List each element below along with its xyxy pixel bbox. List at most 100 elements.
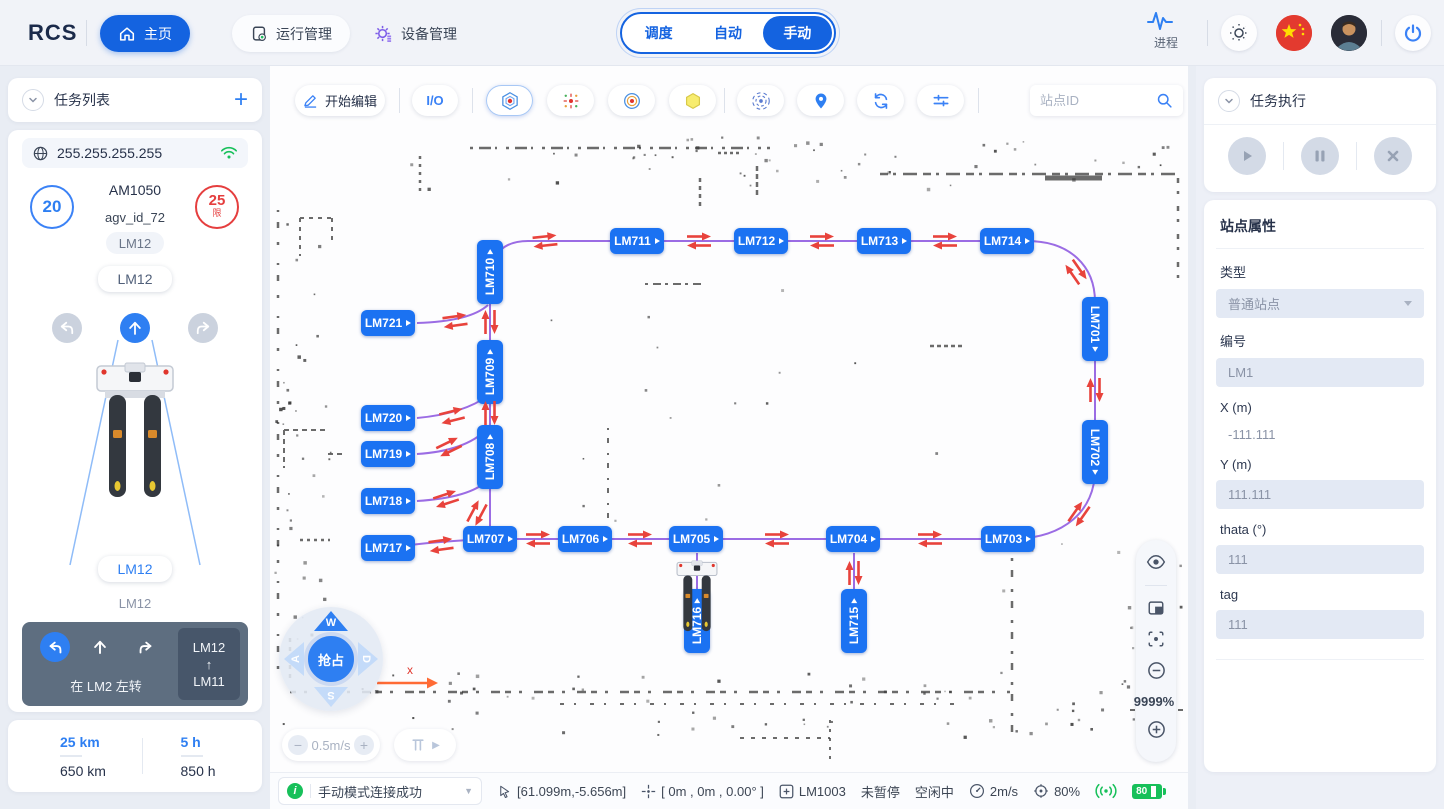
ip-address-field[interactable]: 255.255.255.255 xyxy=(22,138,248,168)
task-start-button[interactable] xyxy=(1228,137,1266,175)
joystick-up-key[interactable]: W xyxy=(314,611,348,631)
status-message-dropdown[interactable]: i 手动模式连接成功 ▼ xyxy=(278,777,482,805)
position-target-icon xyxy=(1033,783,1049,799)
map-agv-icon[interactable] xyxy=(676,560,718,634)
locate-button[interactable] xyxy=(797,85,844,116)
visibility-button[interactable] xyxy=(1146,552,1166,572)
direction-arrow-icon xyxy=(851,598,857,603)
joystick-right-key[interactable]: D xyxy=(358,642,378,676)
station-LM705[interactable]: LM705 xyxy=(669,526,723,552)
speed-value: 0.5m/s xyxy=(311,738,350,753)
nav-item-operation[interactable]: 运行管理 xyxy=(232,15,350,52)
nav-item-device[interactable]: 设备管理 xyxy=(356,15,475,52)
path-direction-arrows xyxy=(809,232,835,250)
layer-normal-station-button[interactable] xyxy=(486,85,533,116)
station-LM719[interactable]: LM719 xyxy=(361,441,415,467)
user-avatar[interactable] xyxy=(1331,15,1367,51)
station-LM718[interactable]: LM718 xyxy=(361,488,415,514)
station-LM713[interactable]: LM713 xyxy=(857,228,911,254)
station-LM712[interactable]: LM712 xyxy=(734,228,788,254)
station-LM706[interactable]: LM706 xyxy=(558,526,612,552)
station-LM715[interactable]: LM715 xyxy=(841,589,867,653)
station-tag: LM12 xyxy=(98,266,172,292)
field-label: 编号 xyxy=(1220,331,1420,350)
station-LM701[interactable]: LM701 xyxy=(1082,297,1108,361)
center-focus-button[interactable] xyxy=(1147,630,1165,648)
direction-arrow-icon xyxy=(1025,238,1030,244)
lidar-view-button[interactable] xyxy=(737,85,784,116)
layer-laser-button[interactable] xyxy=(547,85,594,116)
station-label: LM707 xyxy=(467,532,504,546)
field-input[interactable]: 111.111 xyxy=(1216,480,1424,509)
navigation-panel: LM12 ↑ LM11 在 LM2 左转 xyxy=(22,622,248,706)
path-direction-arrows xyxy=(481,309,499,335)
tab-dispatch[interactable]: 调度 xyxy=(624,16,693,50)
station-LM704[interactable]: LM704 xyxy=(826,526,880,552)
nav-item-home[interactable]: 主页 xyxy=(100,15,190,52)
speedometer-icon xyxy=(969,783,985,799)
station-search-input[interactable] xyxy=(1040,93,1148,108)
layer-area-button[interactable] xyxy=(669,85,716,116)
task-pause-button[interactable] xyxy=(1301,137,1339,175)
china-flag-icon xyxy=(1276,15,1312,51)
fork-control-button[interactable]: ▶ xyxy=(394,729,456,761)
pause-state: 未暂停 xyxy=(861,782,900,801)
path-direction-arrows xyxy=(531,231,559,252)
total-time: 850 h xyxy=(181,763,263,779)
direction-arrow-icon xyxy=(406,415,411,421)
language-flag-button[interactable] xyxy=(1276,15,1312,51)
station-LM721[interactable]: LM721 xyxy=(361,310,415,336)
theme-toggle-button[interactable] xyxy=(1221,15,1257,51)
add-task-button[interactable]: + xyxy=(234,90,248,110)
speed-increase-button[interactable]: + xyxy=(354,735,374,755)
station-LM707[interactable]: LM707 xyxy=(463,526,517,552)
divider xyxy=(724,88,725,113)
layer-target-button[interactable] xyxy=(608,85,655,116)
station-LM714[interactable]: LM714 xyxy=(980,228,1034,254)
speed-decrease-button[interactable]: − xyxy=(288,735,308,755)
station-LM702[interactable]: LM702 xyxy=(1082,420,1108,484)
zoom-out-button[interactable] xyxy=(1147,661,1166,680)
process-button[interactable]: 进程 xyxy=(1146,10,1186,51)
zoom-in-button[interactable] xyxy=(1147,720,1166,739)
seize-control-button[interactable]: 抢占 xyxy=(304,632,358,686)
field-input[interactable]: 111 xyxy=(1216,610,1424,639)
field-select[interactable]: 普通站点 xyxy=(1216,289,1424,318)
battery-status: 80 xyxy=(1132,784,1162,799)
field-label: X (m) xyxy=(1220,400,1420,415)
io-button[interactable]: I/O xyxy=(412,85,458,116)
crosshair-icon xyxy=(641,784,656,799)
wifi-icon xyxy=(220,146,238,160)
station-LM709[interactable]: LM709 xyxy=(477,340,503,404)
map-origin-axis: x xyxy=(375,665,445,695)
station-LM711[interactable]: LM711 xyxy=(610,228,664,254)
tab-manual[interactable]: 手动 xyxy=(763,16,832,50)
collapse-chevron-icon[interactable] xyxy=(1218,90,1240,112)
tab-auto[interactable]: 自动 xyxy=(693,16,762,50)
refresh-button[interactable] xyxy=(857,85,904,116)
field-input[interactable]: LM1 xyxy=(1216,358,1424,387)
station-label: LM713 xyxy=(861,234,898,248)
field-input[interactable]: 111 xyxy=(1216,545,1424,574)
filter-settings-button[interactable] xyxy=(917,85,964,116)
task-list-title: 任务列表 xyxy=(54,90,110,110)
joystick-left-key[interactable]: A xyxy=(284,642,304,676)
avatar-image xyxy=(1331,15,1367,51)
power-button[interactable] xyxy=(1395,15,1431,51)
station-LM720[interactable]: LM720 xyxy=(361,405,415,431)
station-LM708[interactable]: LM708 xyxy=(477,425,503,489)
task-cancel-button[interactable] xyxy=(1374,137,1412,175)
station-LM703[interactable]: LM703 xyxy=(981,526,1035,552)
divider xyxy=(399,88,400,113)
station-LM710[interactable]: LM710 xyxy=(477,240,503,304)
station-label: LM720 xyxy=(365,411,402,425)
collapse-chevron-icon[interactable] xyxy=(22,89,44,111)
turn-left-active-icon xyxy=(40,632,70,662)
start-edit-button[interactable]: 开始编辑 xyxy=(295,85,385,116)
station-LM717[interactable]: LM717 xyxy=(361,535,415,561)
direction-arrow-icon xyxy=(487,249,493,254)
minimap-button[interactable] xyxy=(1147,599,1165,617)
search-icon[interactable] xyxy=(1156,92,1173,109)
joystick-down-key[interactable]: S xyxy=(314,687,348,707)
power-icon xyxy=(1403,23,1423,43)
